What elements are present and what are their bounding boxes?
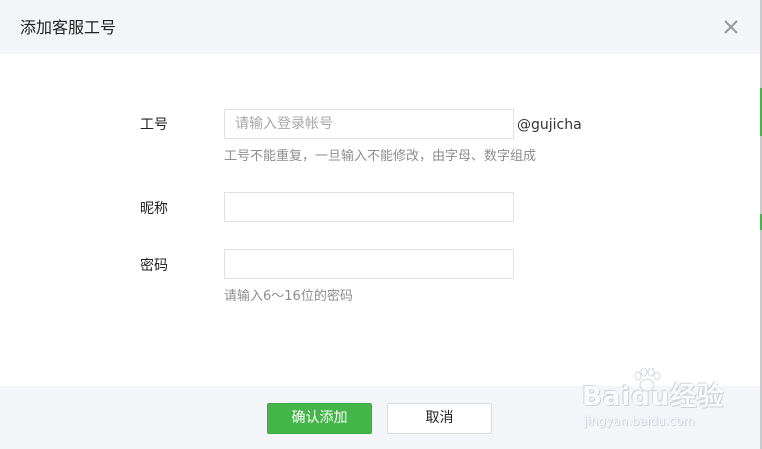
cancel-button[interactable]: 取消 (387, 403, 492, 434)
account-domain-suffix: @gujicha (517, 117, 582, 133)
password-label: 密码 (140, 258, 168, 274)
account-input[interactable] (224, 109, 514, 139)
nickname-label: 昵称 (140, 201, 168, 217)
password-hint: 请输入6～16位的密码 (224, 289, 353, 304)
account-label: 工号 (140, 117, 168, 133)
confirm-add-button[interactable]: 确认添加 (267, 403, 372, 434)
add-agent-dialog: 添加客服工号 工号 @gujicha 工号不能重复，一旦输入不能修改，由字母、数… (0, 0, 760, 449)
password-input[interactable] (224, 249, 514, 279)
account-hint: 工号不能重复，一旦输入不能修改，由字母、数字组成 (224, 149, 537, 164)
close-button[interactable] (718, 14, 744, 40)
baidu-jingyan-watermark: Baidu经验 jingyan.baidu.com (582, 368, 732, 434)
paw-icon (634, 368, 661, 392)
dialog-title: 添加客服工号 (20, 18, 117, 37)
dialog-header: 添加客服工号 (0, 0, 760, 54)
watermark-url: jingyan.baidu.com (584, 414, 695, 428)
nickname-input[interactable] (224, 192, 514, 222)
close-icon (724, 20, 738, 34)
